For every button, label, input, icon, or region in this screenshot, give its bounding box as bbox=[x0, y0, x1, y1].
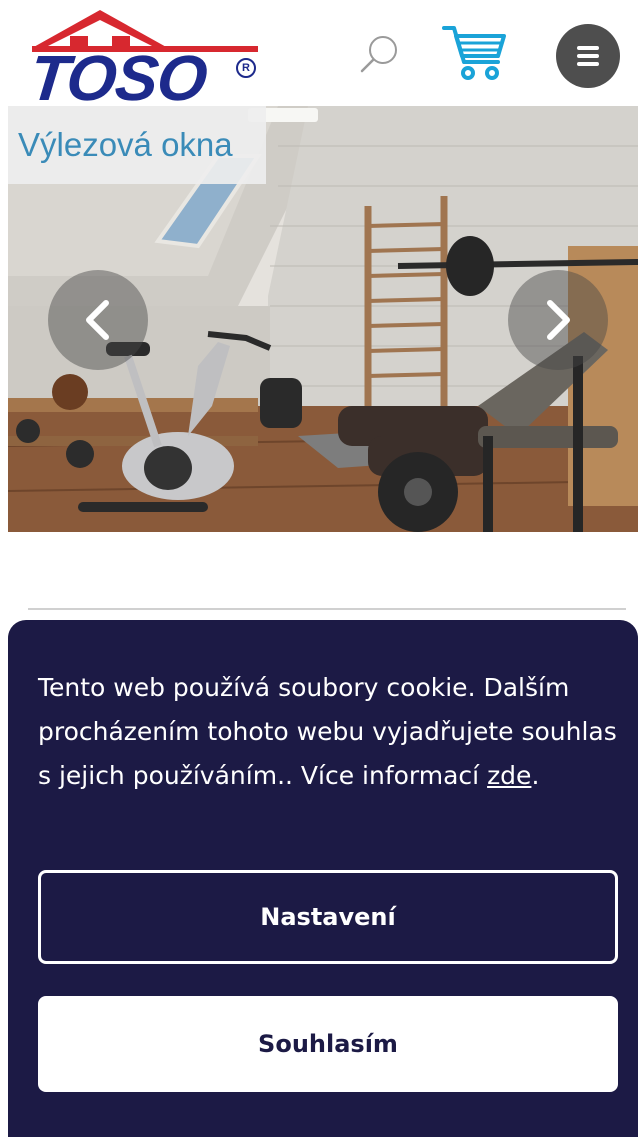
cart-button[interactable] bbox=[440, 22, 508, 84]
chevron-right-icon bbox=[547, 300, 570, 340]
hero-slider[interactable]: Výlezová okna bbox=[8, 106, 638, 532]
category-label[interactable]: Výlezová okna bbox=[8, 106, 266, 184]
search-icon bbox=[360, 36, 397, 73]
cookie-settings-button[interactable]: Nastavení bbox=[38, 870, 618, 964]
menu-button[interactable] bbox=[556, 24, 620, 88]
toso-logo[interactable]: TOSO R bbox=[26, 8, 262, 114]
search-button[interactable] bbox=[356, 30, 404, 78]
site-header: TOSO R bbox=[0, 0, 638, 114]
content-divider bbox=[28, 608, 626, 610]
page: TOSO R Výlezová okna Tento web používá s… bbox=[0, 0, 638, 1137]
cookie-message: Tento web používá soubory cookie. Dalším… bbox=[38, 666, 618, 798]
registered-mark: R bbox=[236, 58, 256, 78]
cookie-message-end: . bbox=[531, 761, 540, 790]
logo-wordmark: TOSO bbox=[26, 42, 210, 114]
cookie-consent-banner: Tento web používá soubory cookie. Dalším… bbox=[8, 620, 638, 1137]
slider-prev-button[interactable] bbox=[48, 270, 148, 370]
chevron-left-icon bbox=[86, 300, 109, 340]
slider-next-button[interactable] bbox=[508, 270, 608, 370]
more-info-link[interactable]: zde bbox=[487, 761, 531, 790]
cart-icon bbox=[442, 26, 506, 80]
cookie-agree-button[interactable]: Souhlasím bbox=[38, 996, 618, 1092]
